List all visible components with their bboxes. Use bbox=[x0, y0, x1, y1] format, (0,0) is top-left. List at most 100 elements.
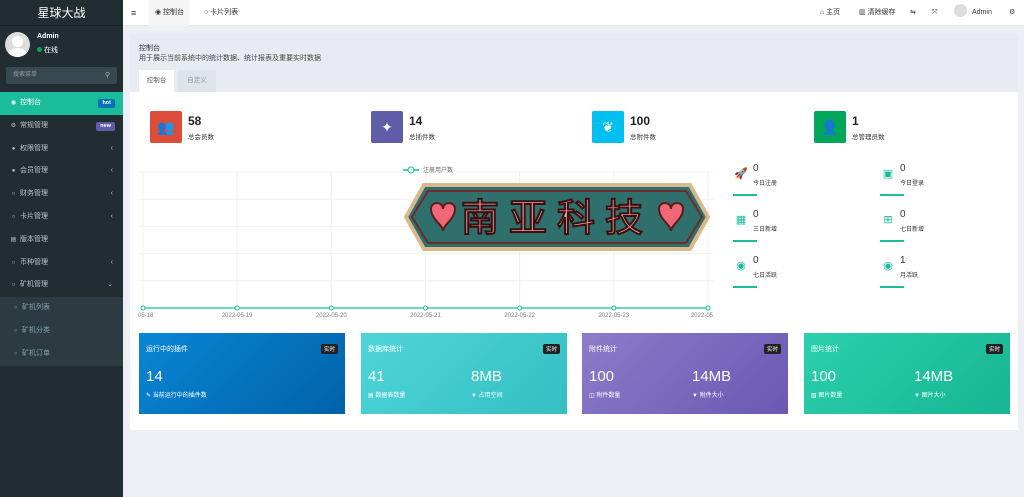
realtime-badge: 实时 bbox=[320, 344, 338, 354]
circle-icon: ○ bbox=[11, 213, 16, 220]
translate-icon[interactable]: ⇋ bbox=[910, 0, 916, 26]
sidebar-item-permissions[interactable]: ● 权限管理 ‹ bbox=[0, 138, 123, 161]
filter-icon: ▼ bbox=[914, 393, 922, 399]
sidebar-item-label: 版本管理 bbox=[20, 235, 48, 243]
card-label: ◫ 附件数量 bbox=[589, 390, 620, 399]
stat-underline bbox=[880, 240, 904, 242]
card-value-2: 14MB bbox=[692, 368, 732, 385]
sidebar-item-label: 权限管理 bbox=[20, 144, 48, 152]
card-label-text: 图片大小 bbox=[921, 393, 946, 399]
data-point bbox=[234, 305, 240, 311]
stat-underline bbox=[880, 286, 904, 288]
card-value: 100 bbox=[589, 368, 615, 385]
stat-plugins-value: 14 bbox=[409, 114, 423, 128]
stat-label: 月活跃 bbox=[900, 273, 919, 279]
realtime-badge: 实时 bbox=[985, 344, 1003, 354]
stat-label: 三日新增 bbox=[753, 227, 778, 233]
settings-icon[interactable]: ⚙ bbox=[1009, 0, 1015, 26]
chevron-left-icon: ‹ bbox=[110, 212, 113, 220]
stat-value: 0 bbox=[900, 163, 906, 174]
sidebar: 星球大战 Admin 在线 搜索菜单 ⚲ ◉ 控制台 hot ⚙ 常规管理 new ● 权… bbox=[0, 0, 123, 497]
sidebar-item-general[interactable]: ⚙ 常规管理 new bbox=[0, 115, 123, 138]
tab-dashboard[interactable]: ◉ 控制台 bbox=[149, 0, 191, 26]
x-tick-label: 2022-05 bbox=[691, 313, 713, 319]
sidebar-item-label: 矿机订单 bbox=[22, 349, 50, 357]
id-card-icon: ▣ bbox=[882, 168, 894, 180]
menu-search-input[interactable]: 搜索菜单 ⚲ bbox=[6, 67, 117, 84]
tab-custom[interactable]: 自定义 bbox=[178, 70, 216, 92]
user-circle-icon: ◉ bbox=[736, 260, 746, 272]
card-label-text: 当前运行中的插件数 bbox=[152, 393, 207, 399]
stat-underline bbox=[733, 194, 757, 196]
home-link[interactable]: ⌂ 主页 bbox=[820, 0, 840, 26]
rocket-icon: 🚀 bbox=[734, 168, 748, 180]
user-circle-icon: ◉ bbox=[883, 260, 893, 272]
sidebar-item-miners[interactable]: ○ 矿机管理 ⌄ bbox=[0, 274, 123, 297]
page-header: 控制台 用于展示当前系统中的统计数据、统计报表及重要实时数据 控制台 自定义 bbox=[130, 34, 1018, 92]
chevron-left-icon: ‹ bbox=[110, 144, 113, 152]
sidebar-item-versions[interactable]: ▤ 版本管理 bbox=[0, 229, 123, 252]
filter-icon: ▼ bbox=[692, 393, 700, 399]
sidebar-item-finance[interactable]: ○ 财务管理 ‹ bbox=[0, 183, 123, 206]
file-icon: ▤ bbox=[10, 236, 17, 243]
stat-label: 七日活跃 bbox=[753, 273, 778, 279]
stat-value: 0 bbox=[753, 163, 759, 174]
card-label-2: ▼ 占用空间 bbox=[471, 390, 503, 399]
stat-label: 今日登录 bbox=[900, 181, 925, 187]
circle-icon: ○ bbox=[13, 350, 18, 357]
tab-dashboard[interactable]: 控制台 bbox=[139, 70, 174, 92]
x-tick-label: 2022-05-20 bbox=[316, 313, 347, 319]
sidebar-subitem-miner-list[interactable]: ○ 矿机列表 bbox=[0, 297, 123, 320]
realtime-badge: 实时 bbox=[763, 344, 781, 354]
sidebar-item-cards[interactable]: ○ 卡片管理 ‹ bbox=[0, 206, 123, 229]
sidebar-item-label: 矿机管理 bbox=[20, 281, 48, 289]
clear-cache-button[interactable]: ▥ 清除缓存 bbox=[859, 0, 896, 26]
sidebar-item-label: 会员管理 bbox=[20, 167, 48, 175]
calendar-icon: ▦ bbox=[735, 214, 747, 226]
dashboard-icon: ◉ bbox=[10, 100, 17, 106]
data-point bbox=[140, 305, 146, 311]
dashboard-icon: ◉ bbox=[155, 9, 164, 16]
chevron-left-icon: ‹ bbox=[110, 190, 113, 198]
data-point bbox=[705, 305, 711, 311]
database-card: 数据库统计 实时 41 ▤ 数据表数量 8MB ▼ 占用空间 bbox=[361, 333, 567, 414]
image-card: 图片统计 实时 100 ▧ 图片数量 14MB ▼ 图片大小 bbox=[804, 333, 1010, 414]
topbar: ≡ ◉ 控制台 ○ 卡片列表 ⌂ 主页 ▥ 清除缓存 ⇋ ⤧ Admin ⚙ bbox=[123, 0, 1024, 26]
stat-attachments-value: 100 bbox=[630, 114, 651, 128]
menu-toggle-icon[interactable]: ≡ bbox=[131, 0, 136, 26]
online-dot-icon bbox=[37, 47, 42, 52]
sidebar-subitem-miner-category[interactable]: ○ 矿机分类 bbox=[0, 319, 123, 343]
chevron-left-icon: ‹ bbox=[110, 258, 113, 266]
card-title: 图片统计 bbox=[811, 346, 839, 353]
x-tick-label: 2022-05-21 bbox=[410, 313, 441, 319]
page-title: 控制台 bbox=[139, 45, 160, 52]
sidebar-menu: ◉ 控制台 hot ⚙ 常规管理 new ● 权限管理 ‹ ● 会员管理 ‹ ○ 财务管理 ‹ ○ 卡… bbox=[0, 92, 123, 366]
stat-label: 七日新增 bbox=[900, 227, 925, 233]
fullscreen-icon[interactable]: ⤧ bbox=[932, 0, 938, 26]
watermark-text: 南亚科技 bbox=[461, 196, 653, 240]
app-logo[interactable]: 星球大战 bbox=[0, 0, 123, 26]
admin-menu[interactable]: Admin bbox=[954, 0, 992, 26]
sidebar-item-label: 卡片管理 bbox=[20, 212, 48, 220]
user-status-text: 在线 bbox=[44, 47, 58, 54]
search-icon[interactable]: ⚲ bbox=[105, 67, 110, 84]
card-label-text: 附件大小 bbox=[699, 393, 724, 399]
sidebar-item-members[interactable]: ● 会员管理 ‹ bbox=[0, 160, 123, 183]
sidebar-subitem-miner-orders[interactable]: ○ 矿机订单 bbox=[0, 342, 123, 366]
card-value: 14 bbox=[146, 368, 163, 385]
sidebar-item-label: 矿机分类 bbox=[22, 326, 50, 334]
sidebar-item-dashboard[interactable]: ◉ 控制台 hot bbox=[0, 92, 123, 115]
sidebar-item-currency[interactable]: ○ 币种管理 ‹ bbox=[0, 252, 123, 275]
card-value-2: 14MB bbox=[914, 368, 954, 385]
sidebar-item-label: 常规管理 bbox=[20, 121, 48, 129]
members-icon: 👥 bbox=[150, 111, 182, 143]
stat-attachments-label: 总附件数 bbox=[630, 134, 656, 141]
user-icon: ● bbox=[11, 168, 16, 175]
circle-icon: ○ bbox=[11, 191, 16, 198]
x-tick-label: 2022-05-19 bbox=[222, 313, 253, 319]
stat-admins-label: 总管理员数 bbox=[852, 134, 885, 141]
card-label: ✎ 当前运行中的插件数 bbox=[146, 390, 207, 399]
card-label: ▤ 数据表数量 bbox=[368, 390, 405, 399]
tab-card-list[interactable]: ○ 卡片列表 bbox=[204, 0, 238, 26]
hot-badge: hot bbox=[98, 99, 115, 108]
